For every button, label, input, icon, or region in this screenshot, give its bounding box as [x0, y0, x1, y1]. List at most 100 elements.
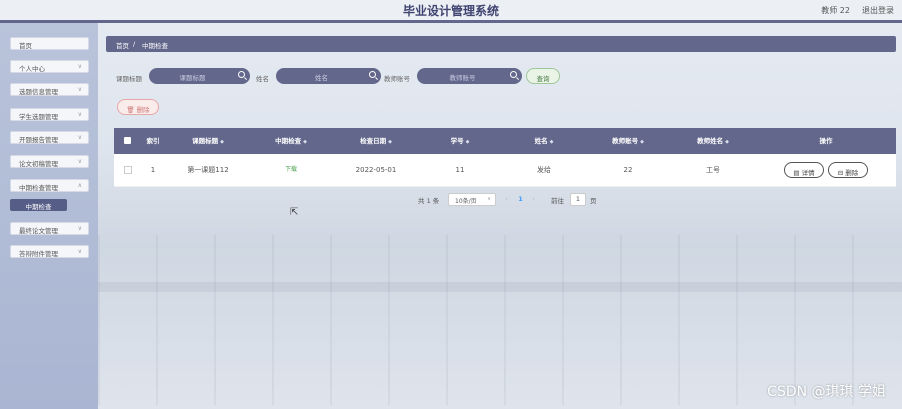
sidebar-subitem-label: 中期检查 [25, 203, 52, 211]
table-header: 索引 课题标题 ◆ 中期检查 ◆ 检查日期 ◆ 学号 ◆ 姓名 ◆ 教师账号 ◆ 教师姓名 ◆… [114, 128, 896, 154]
search-icon [369, 71, 376, 78]
query-button[interactable]: 查询 [526, 68, 560, 84]
name-search-input[interactable]: 姓名 [276, 68, 381, 84]
sort-icon: ◆ [549, 139, 554, 145]
cell-student-id: 11 [455, 166, 465, 174]
download-link[interactable]: 下载 [248, 154, 334, 186]
sort-icon: ◆ [640, 139, 644, 145]
pagination: 共 1 条 10条/页 ∨ ‹ 1 › 前往 1 页 [418, 193, 618, 207]
teacher-account-placeholder: 教师账号 [449, 74, 476, 82]
sidebar-subitem-midterm-check[interactable]: 中期检查 [10, 199, 67, 211]
delete-button-label: 🗑 删除 [126, 105, 150, 114]
title-placeholder: 课题标题 [179, 74, 206, 82]
background-decoration-band [98, 282, 902, 292]
goto-label: 前往 [551, 197, 564, 205]
sidebar-item-personal-center[interactable]: 个人中心 ∨ [10, 60, 89, 73]
column-header-check[interactable]: 中期检查 ◆ [248, 128, 334, 154]
column-header-title[interactable]: 课题标题 ◆ [168, 128, 248, 154]
sidebar-item-student-topic[interactable]: 学生选题管理 ∨ [10, 108, 89, 121]
search-icon [510, 71, 517, 78]
breadcrumb-home[interactable]: 首页 [116, 40, 129, 50]
bulk-delete-button[interactable]: 🗑 删除 [117, 99, 159, 115]
cell-index: 1 [150, 166, 156, 174]
mouse-cursor-icon: ⇱ [290, 207, 299, 218]
sidebar-item-label: 学生选题管理 [19, 113, 58, 121]
chevron-down-icon: ∨ [77, 134, 82, 141]
teacher-account-search-input[interactable]: 教师账号 [417, 68, 522, 84]
chevron-down-icon: ∨ [77, 86, 82, 93]
sidebar-item-label: 开题报告管理 [19, 136, 58, 144]
teacher-account-label: 教师账号 [384, 75, 410, 83]
trash-icon: ⊟ [837, 168, 844, 177]
chevron-up-icon: ∧ [77, 182, 82, 189]
chevron-down-icon: ∨ [77, 158, 82, 165]
sidebar-item-label: 论文初稿管理 [19, 160, 58, 168]
title-search-input[interactable]: 课题标题 [149, 68, 250, 84]
breadcrumb-current: 中期检查 [142, 42, 168, 50]
sort-icon: ◆ [465, 139, 470, 145]
page-size-select[interactable]: 10条/页 ∨ [448, 193, 496, 206]
chevron-down-icon: ∨ [77, 63, 82, 70]
prev-page-button[interactable]: ‹ [501, 193, 512, 206]
page-suffix: 页 [590, 197, 597, 205]
column-header-teacher-account[interactable]: 教师账号 ◆ [586, 128, 670, 154]
column-header-teacher-name[interactable]: 教师姓名 ◆ [670, 128, 756, 154]
cell-date: 2022-05-01 [355, 166, 397, 174]
chevron-down-icon: ∨ [77, 248, 82, 255]
sidebar-item-proposal-report[interactable]: 开题报告管理 ∨ [10, 131, 89, 144]
table-row: 1 第一课题112 下载 2022-05-01 11 发给 22 工号 ▤ 详情… [114, 154, 896, 187]
select-all-checkbox[interactable] [124, 137, 131, 144]
row-checkbox[interactable] [124, 166, 132, 174]
logout-link[interactable]: 退出登录 [862, 5, 894, 16]
sidebar-item-defense-attachment[interactable]: 答辩附件管理 ∨ [10, 245, 89, 258]
detail-button[interactable]: ▤ 详情 [784, 162, 824, 178]
column-header-date[interactable]: 检查日期 ◆ [334, 128, 418, 154]
trash-icon: 🗑 [126, 105, 135, 114]
cell-name: 发给 [537, 166, 551, 174]
breadcrumb-separator: / [133, 40, 136, 48]
top-header: 毕业设计管理系统 教师 22 退出登录 [0, 0, 902, 23]
name-label: 姓名 [256, 75, 269, 83]
column-header-actions: 操作 [819, 137, 833, 145]
search-icon [238, 71, 245, 78]
sidebar-item-topic-info[interactable]: 选题信息管理 ∨ [10, 83, 89, 96]
sort-icon: ◆ [220, 139, 224, 145]
pagination-total: 共 1 条 [418, 197, 440, 205]
sidebar-item-draft-thesis[interactable]: 论文初稿管理 ∨ [10, 155, 89, 168]
sidebar-item-label: 选题信息管理 [19, 88, 58, 96]
next-page-button[interactable]: › [528, 193, 539, 206]
sidebar-item-label: 个人中心 [19, 65, 45, 73]
midterm-check-table: 索引 课题标题 ◆ 中期检查 ◆ 检查日期 ◆ 学号 ◆ 姓名 ◆ 教师账号 ◆ 教师姓名 ◆… [114, 128, 896, 187]
page-number-1[interactable]: 1 [514, 193, 527, 206]
search-bar: 课题标题 课题标题 姓名 姓名 教师账号 教师账号 查询 [106, 68, 706, 88]
title-label: 课题标题 [116, 75, 142, 83]
cell-teacher-name: 工号 [706, 166, 720, 174]
sort-icon: ◆ [388, 139, 392, 145]
goto-page-input[interactable]: 1 [570, 193, 586, 206]
current-user: 教师 22 [821, 6, 850, 15]
column-header-name[interactable]: 姓名 ◆ [502, 128, 586, 154]
row-delete-button[interactable]: ⊟ 删除 [828, 162, 868, 178]
page-size-value: 10条/页 [455, 198, 477, 205]
chevron-down-icon: ∨ [77, 111, 82, 118]
sidebar-item-home[interactable]: 首页 [10, 37, 89, 50]
app-title: 毕业设计管理系统 [402, 4, 499, 18]
sidebar: 首页 个人中心 ∨ 选题信息管理 ∨ 学生选题管理 ∨ 开题报告管理 ∨ 论文初… [0, 23, 98, 409]
cell-teacher-account: 22 [623, 166, 633, 174]
chevron-down-icon: ∨ [487, 196, 491, 202]
sort-icon: ◆ [303, 139, 307, 145]
sidebar-item-label: 中期检查管理 [19, 184, 58, 192]
query-button-label: 查询 [536, 74, 550, 83]
cell-title: 第一课题112 [187, 166, 229, 174]
sort-icon: ◆ [725, 139, 729, 145]
watermark: CSDN @琪琪 学姐 [767, 384, 886, 400]
sidebar-item-final-thesis[interactable]: 最终论文管理 ∨ [10, 222, 89, 235]
column-header-student-id[interactable]: 学号 ◆ [418, 128, 502, 154]
chevron-down-icon: ∨ [77, 225, 82, 232]
document-icon: ▤ [793, 168, 800, 177]
sidebar-item-midterm-check[interactable]: 中期检查管理 ∧ [10, 179, 89, 192]
column-header-index: 索引 [146, 137, 160, 145]
name-placeholder: 姓名 [315, 74, 328, 82]
sidebar-item-label: 答辩附件管理 [19, 250, 58, 258]
background-decoration [98, 235, 902, 405]
